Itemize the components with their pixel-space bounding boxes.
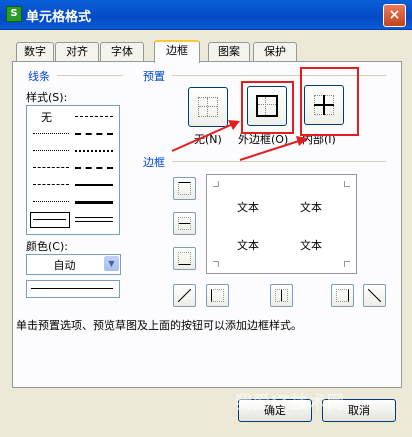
border-inside-vertical-icon [275, 289, 288, 302]
preview-cell-text: 文本 [237, 201, 259, 214]
arrow-head-inside [296, 136, 308, 146]
border-group-divider [172, 161, 386, 162]
preview-corner-bl [213, 261, 219, 267]
format-cells-dialog: S 单元格格式 × 数字 对齐 字体 边框 图案 保护 线条 样式(S): 无 … [0, 0, 412, 437]
border-top-icon [178, 182, 191, 195]
border-inside-horizontal-icon [178, 217, 191, 230]
preview-corner-tl [213, 181, 219, 187]
border-diagonal-down-button[interactable] [363, 284, 386, 307]
border-left-button[interactable] [206, 284, 229, 307]
diagonal-up-icon [178, 289, 191, 302]
site-watermark: 我爱IT技术网 [235, 393, 345, 413]
border-bottom-icon [178, 252, 191, 265]
border-left-icon [211, 289, 224, 302]
border-top-button[interactable] [173, 177, 196, 200]
preview-cell-text: 文本 [237, 239, 259, 252]
diagonal-down-icon [368, 289, 381, 302]
border-right-icon [336, 289, 349, 302]
hint-text: 单击预置选项、预览草图及上面的按钮可以添加边框样式。 [16, 319, 302, 332]
border-bottom-button[interactable] [173, 247, 196, 270]
tab-border[interactable]: 边框 [154, 40, 200, 63]
preview-corner-br [344, 261, 350, 267]
border-group-title: 边框 [143, 156, 165, 169]
border-right-button[interactable] [331, 284, 354, 307]
arrow-to-inside [239, 139, 303, 161]
border-diagonal-up-button[interactable] [173, 284, 196, 307]
preview-cell-text: 文本 [300, 201, 322, 214]
preview-cell-text: 文本 [300, 239, 322, 252]
preview-corner-tr [344, 181, 350, 187]
arrow-to-outline [171, 123, 234, 152]
border-preview[interactable]: 文本 文本 文本 文本 [206, 174, 357, 274]
border-inside-horizontal-button[interactable] [173, 212, 196, 235]
border-inside-vertical-button[interactable] [270, 284, 293, 307]
